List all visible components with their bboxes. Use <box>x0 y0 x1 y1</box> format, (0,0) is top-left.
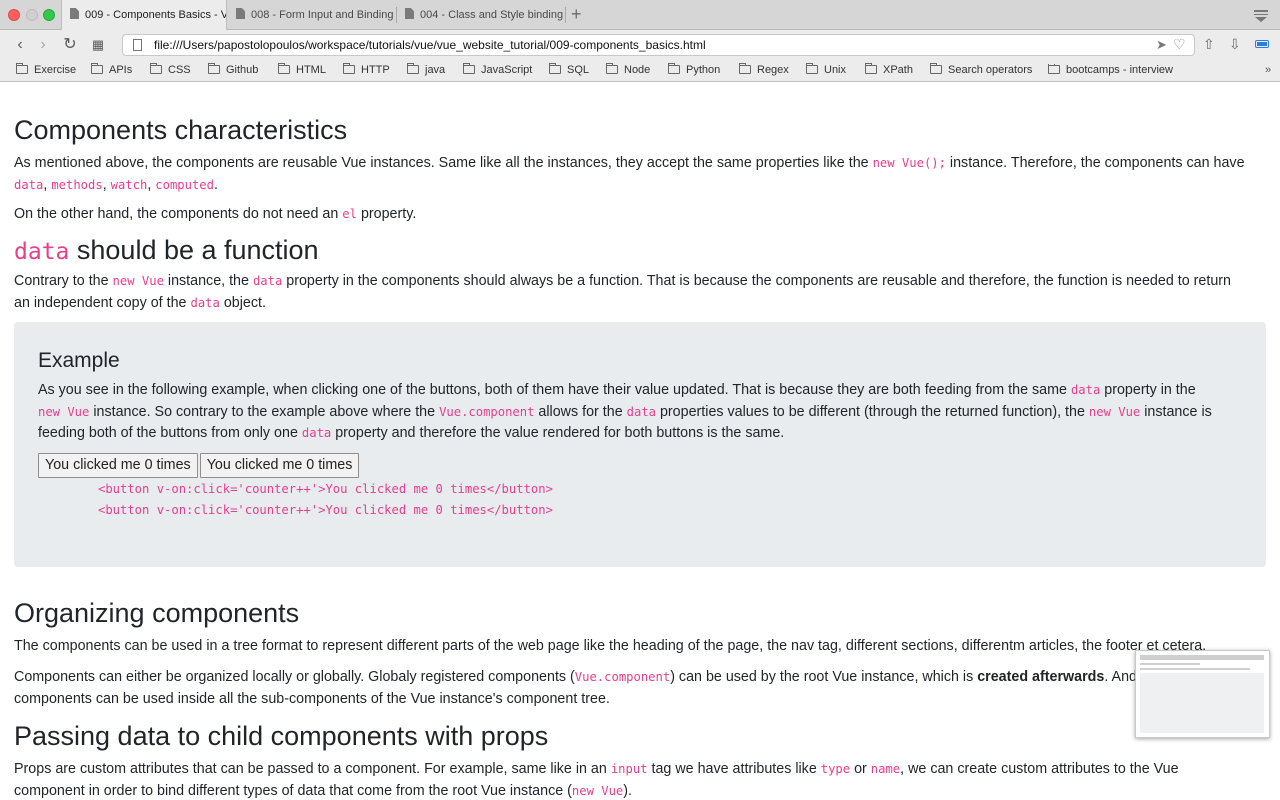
folder-icon <box>16 63 28 74</box>
bookmark-search-operators[interactable]: Search operators <box>930 63 1032 76</box>
battery-icon[interactable] <box>1255 40 1269 48</box>
window-close-button[interactable] <box>8 9 20 21</box>
share-icon[interactable]: ⇧ <box>1203 36 1215 53</box>
code-line-2: <button v-on:click='counter++'>You click… <box>98 503 553 517</box>
bookmark-apis[interactable]: APIs <box>91 63 132 76</box>
folder-icon <box>865 63 877 74</box>
example-box: Example As you see in the following exam… <box>14 322 1266 567</box>
click-counter-button-1[interactable]: You clicked me 0 times <box>38 453 198 478</box>
grid-view-icon[interactable]: ▦ <box>89 36 107 54</box>
toolbar: ‹ › ↻ ▦ file:///Users/papostolopoulos/wo… <box>0 30 1280 60</box>
folder-icon <box>91 63 103 74</box>
bookmark-javascript[interactable]: JavaScript <box>463 63 532 76</box>
heart-icon[interactable]: ♡ <box>1173 36 1186 53</box>
folder-icon <box>407 63 419 74</box>
heading-organizing-components: Organizing components <box>14 598 300 628</box>
folder-icon <box>278 63 290 74</box>
paragraph-data-function: Contrary to the new Vue instance, the da… <box>14 273 1231 311</box>
heading-passing-props: Passing data to child components with pr… <box>14 721 549 751</box>
folder-icon <box>739 63 751 74</box>
folder-icon <box>930 63 942 74</box>
example-title: Example <box>38 349 120 372</box>
folder-icon <box>806 63 818 74</box>
bookmark-regex[interactable]: Regex <box>739 63 789 76</box>
paragraph-props: Props are custom attributes that can be … <box>14 761 1179 799</box>
bookmark-java[interactable]: java <box>407 63 445 76</box>
page-content: Components characteristics As mentioned … <box>0 82 1280 800</box>
tab-title: 008 - Form Input and Binding <box>251 9 394 21</box>
paragraph-characteristics: As mentioned above, the components are r… <box>14 155 1245 193</box>
paragraph-el-property: On the other hand, the components do not… <box>14 206 417 222</box>
folder-icon <box>1048 64 1060 74</box>
download-icon[interactable]: ⇩ <box>1229 36 1241 53</box>
bookmark-css[interactable]: CSS <box>150 63 191 76</box>
tab-title: 009 - Components Basics - V <box>85 9 227 21</box>
screenshot-thumbnail[interactable] <box>1135 650 1270 738</box>
heading-components-characteristics: Components characteristics <box>14 115 348 145</box>
code-line-1: <button v-on:click='counter++'>You click… <box>98 482 553 496</box>
page-document-icon <box>133 39 142 51</box>
heading-data-function: data should be a function <box>14 235 319 265</box>
bookmark-python[interactable]: Python <box>668 63 720 76</box>
paragraph-local-global: Components can either be organized local… <box>14 669 1161 707</box>
bookmark-sql[interactable]: SQL <box>549 63 589 76</box>
folder-icon <box>150 63 162 74</box>
send-icon[interactable]: ➤ <box>1156 37 1167 53</box>
bookmark-xpath[interactable]: XPath <box>865 63 913 76</box>
address-bar[interactable]: file:///Users/papostolopoulos/workspace/… <box>122 34 1195 56</box>
forward-arrow-icon[interactable]: › <box>34 36 52 54</box>
click-counter-button-2[interactable]: You clicked me 0 times <box>199 453 360 478</box>
folder-icon <box>668 63 680 74</box>
folder-icon <box>606 63 618 74</box>
document-icon <box>236 8 245 19</box>
back-arrow-icon[interactable]: ‹ <box>11 36 29 54</box>
window-minimize-button[interactable] <box>26 9 38 21</box>
bookmark-http[interactable]: HTTP <box>343 63 390 76</box>
tab-separator <box>565 7 566 23</box>
bookmark-github[interactable]: Github <box>208 63 258 76</box>
folder-icon <box>549 63 561 74</box>
tab-form-input-binding[interactable]: 008 - Form Input and Binding <box>228 0 396 30</box>
new-tab-button[interactable]: + <box>571 4 582 24</box>
bookmark-bootcamps[interactable]: bootcamps - interview <box>1048 64 1174 76</box>
window-maximize-button[interactable] <box>43 9 55 21</box>
bookmark-exercise[interactable]: Exercise <box>16 63 76 76</box>
folder-icon <box>463 63 475 74</box>
tab-title: 004 - Class and Style binding <box>420 9 564 21</box>
bookmarks-bar: Exercise APIs CSS Github HTML HTTP java … <box>0 60 1280 82</box>
example-buttons: You clicked me 0 times You clicked me 0 t… <box>38 453 361 478</box>
paragraph-tree-format: The components can be used in a tree for… <box>14 638 1207 654</box>
bookmark-html[interactable]: HTML <box>278 63 326 76</box>
folder-icon <box>208 63 220 74</box>
bookmark-node[interactable]: Node <box>606 63 650 76</box>
bookmarks-overflow-icon[interactable]: » <box>1265 64 1271 76</box>
tab-overview-menu-icon[interactable] <box>1254 8 1268 22</box>
document-icon <box>405 8 414 19</box>
tab-class-style-binding[interactable]: 004 - Class and Style binding <box>397 0 565 30</box>
tab-bar: 009 - Components Basics - V 008 - Form I… <box>0 0 1280 30</box>
url-text[interactable]: file:///Users/papostolopoulos/workspace/… <box>154 38 706 52</box>
tab-components-basics[interactable]: 009 - Components Basics - V <box>61 0 227 30</box>
folder-icon <box>343 63 355 74</box>
bookmark-unix[interactable]: Unix <box>806 63 846 76</box>
document-icon <box>70 8 79 19</box>
reload-icon[interactable]: ↻ <box>61 36 79 54</box>
example-paragraph: As you see in the following example, whe… <box>38 382 1212 441</box>
